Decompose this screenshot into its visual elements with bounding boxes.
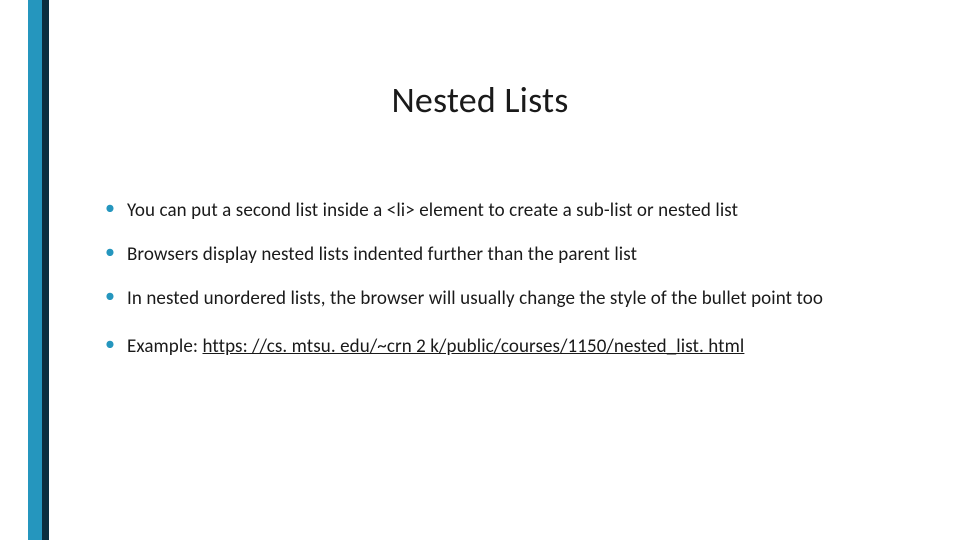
list-item: • Example: https: //cs. mtsu. edu/~crn 2… xyxy=(105,334,910,360)
list-item: • Browsers display nested lists indented… xyxy=(105,242,910,268)
bullet-text: Example: https: //cs. mtsu. edu/~crn 2 k… xyxy=(127,334,744,360)
bullet-text: In nested unordered lists, the browser w… xyxy=(127,286,823,312)
slide-title: Nested Lists xyxy=(0,78,960,122)
bullet-icon: • xyxy=(105,198,115,218)
bullet-list: • You can put a second list inside a <li… xyxy=(105,198,910,378)
bullet-icon: • xyxy=(105,286,115,306)
bullet-text: Browsers display nested lists indented f… xyxy=(127,242,637,268)
list-item: • You can put a second list inside a <li… xyxy=(105,198,910,224)
bullet-icon: • xyxy=(105,334,115,354)
example-link[interactable]: https: //cs. mtsu. edu/~crn 2 k/public/c… xyxy=(203,335,745,358)
example-label: Example: xyxy=(127,335,203,358)
bullet-text: You can put a second list inside a <li> … xyxy=(127,198,738,224)
list-item: • In nested unordered lists, the browser… xyxy=(105,286,910,312)
bullet-icon: • xyxy=(105,242,115,262)
